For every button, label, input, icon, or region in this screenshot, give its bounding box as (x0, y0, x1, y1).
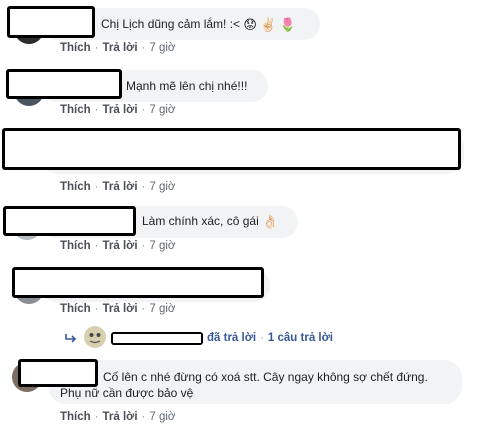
reply-link[interactable]: Trả lời (103, 303, 138, 315)
comment-text: Làm chính xác, cô gái 👌🏻 (142, 214, 278, 229)
redacted-content (2, 128, 461, 170)
reply-arrow-icon (65, 334, 77, 343)
separator: · (141, 411, 146, 423)
redacted-name (111, 332, 203, 345)
ok-hand-icon: 👌🏻 (262, 214, 279, 230)
replied-label[interactable]: đã trả lời (207, 332, 256, 344)
redacted-name (7, 6, 95, 38)
replier-face-icon (89, 333, 101, 344)
separator: · (94, 42, 99, 54)
separator: · (141, 104, 146, 116)
like-link[interactable]: Thích (60, 42, 91, 54)
reply-link[interactable]: Trả lời (103, 104, 138, 116)
timestamp[interactable]: 7 giờ (149, 303, 175, 315)
comment-actions: Thích · Trả lời · 7 giờ (60, 104, 175, 116)
comment-actions: Thích · Trả lời · 7 giờ (60, 240, 175, 252)
reply-summary[interactable]: đã trả lời · 1 câu trả lời (207, 332, 333, 344)
reply-link[interactable]: Trả lời (103, 411, 138, 423)
timestamp[interactable]: 7 giờ (149, 104, 175, 116)
comment-actions: Thích · Trả lời · 7 giờ (60, 411, 175, 423)
comment-text: Cố lên c nhé đừng có xoá stt. Cây ngay k… (103, 370, 428, 385)
redacted-content (12, 267, 264, 298)
separator: · (94, 181, 99, 193)
comment-actions: Thích · Trả lời · 7 giờ (60, 42, 175, 54)
separator: · (260, 332, 264, 344)
separator: · (141, 42, 146, 54)
timestamp[interactable]: 7 giờ (149, 181, 175, 193)
redacted-name (3, 206, 136, 236)
comment-text-line-1: Cố lên c nhé đừng có xoá stt. Cây ngay k… (103, 370, 428, 384)
comment-text-line-2: Phụ nữ cần được bảo vệ (60, 386, 194, 400)
like-link[interactable]: Thích (60, 104, 91, 116)
reply-link[interactable]: Trả lời (103, 181, 138, 193)
reply-link[interactable]: Trả lời (103, 240, 138, 252)
reply-link[interactable]: Trả lời (103, 42, 138, 54)
comment-text-content: Làm chính xác, cô gái (142, 214, 259, 228)
victory-hand-icon: ✌🏻 (260, 17, 277, 33)
like-link[interactable]: Thích (60, 240, 91, 252)
separator: · (94, 104, 99, 116)
comment-actions: Thích · Trả lời · 7 giờ (60, 181, 175, 193)
comment-text: Chị Lịch dũng cảm lắm! :< 😟 ✌🏻 🌷 (101, 17, 296, 32)
separator: · (141, 303, 146, 315)
separator: · (94, 240, 99, 252)
separator: · (94, 303, 99, 315)
comment-actions: Thích · Trả lời · 7 giờ (60, 303, 175, 315)
separator: · (94, 411, 99, 423)
comment-text-content: Mạnh mẽ lên chị nhé!!! (126, 79, 248, 93)
comment-text: Phụ nữ cần được bảo vệ (60, 386, 193, 401)
worried-face-icon: 😟 (243, 17, 257, 33)
tulip-icon: 🌷 (279, 17, 297, 33)
timestamp[interactable]: 7 giờ (149, 42, 175, 54)
like-link[interactable]: Thích (60, 303, 91, 315)
replier-avatar[interactable] (84, 326, 106, 348)
comment-text: Mạnh mẽ lên chị nhé!!! (126, 79, 247, 94)
like-link[interactable]: Thích (60, 181, 91, 193)
timestamp[interactable]: 7 giờ (149, 411, 175, 423)
separator: · (141, 181, 146, 193)
reply-count-link[interactable]: 1 câu trả lời (268, 332, 333, 344)
timestamp[interactable]: 7 giờ (149, 240, 175, 252)
redacted-name (18, 359, 98, 387)
comment-text-content: Chị Lịch dũng cảm lắm! :< (101, 17, 241, 31)
redacted-name (6, 69, 122, 99)
like-link[interactable]: Thích (60, 411, 91, 423)
separator: · (141, 240, 146, 252)
